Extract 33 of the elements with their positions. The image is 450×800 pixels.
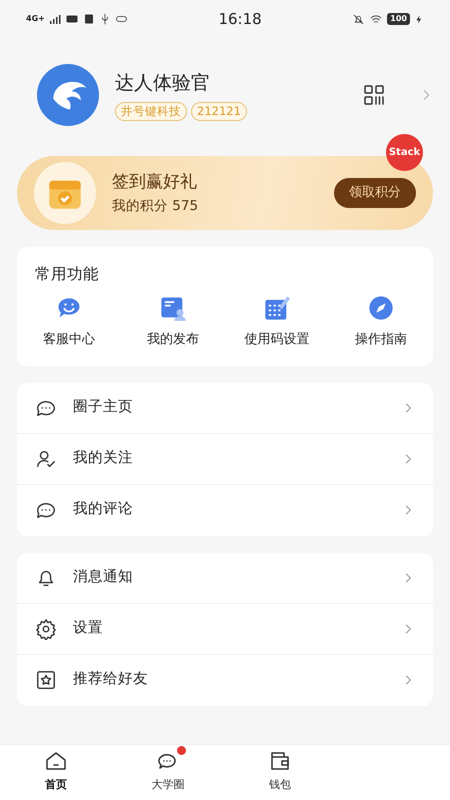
user-name: 达人体验官 bbox=[115, 71, 211, 96]
user-tag: 井号键科技 bbox=[115, 102, 187, 121]
claim-points-button[interactable]: 领取积分 bbox=[334, 178, 416, 208]
menu-item[interactable]: 推荐给好友 bbox=[17, 654, 433, 706]
tab-item[interactable]: 大学圈 bbox=[112, 745, 224, 800]
tab-item[interactable]: 钱包 bbox=[224, 745, 336, 800]
function-item[interactable]: 使用码设置 bbox=[225, 294, 329, 350]
menu-item[interactable]: 设置 bbox=[17, 604, 433, 655]
star-frame-icon bbox=[35, 669, 57, 692]
menu-item[interactable]: 我的关注 bbox=[17, 434, 433, 485]
menu-item[interactable]: 消息通知 bbox=[17, 552, 433, 604]
charging-icon bbox=[414, 12, 424, 26]
mute-icon bbox=[352, 12, 366, 26]
function-item[interactable]: 客服中心 bbox=[17, 294, 121, 350]
function-item[interactable]: 我的发布 bbox=[121, 294, 225, 350]
menu-item[interactable]: 圈子主页 bbox=[17, 382, 433, 434]
menu-item[interactable]: 我的评论 bbox=[17, 484, 433, 536]
checkin-title: 签到赢好礼 bbox=[112, 171, 198, 194]
qr-code-icon[interactable] bbox=[362, 83, 386, 107]
stack-badge[interactable]: Stack bbox=[386, 134, 423, 171]
section-title: 常用功能 bbox=[34, 264, 100, 285]
user-tag: 212121 bbox=[191, 102, 247, 121]
time-label: 16:18 bbox=[218, 8, 262, 30]
battery-label: 100 bbox=[387, 13, 410, 25]
points-label: 我的积分 575 bbox=[112, 196, 200, 216]
settings-icon bbox=[35, 618, 57, 640]
network-label: 4G+ bbox=[26, 13, 45, 25]
function-item[interactable]: 操作指南 bbox=[329, 294, 433, 350]
signal-icon bbox=[48, 13, 61, 25]
wifi-icon bbox=[369, 12, 384, 26]
keypad-pencil-icon bbox=[263, 294, 291, 322]
compass-icon bbox=[367, 294, 395, 322]
tab-item[interactable]: 首页 bbox=[0, 745, 112, 800]
